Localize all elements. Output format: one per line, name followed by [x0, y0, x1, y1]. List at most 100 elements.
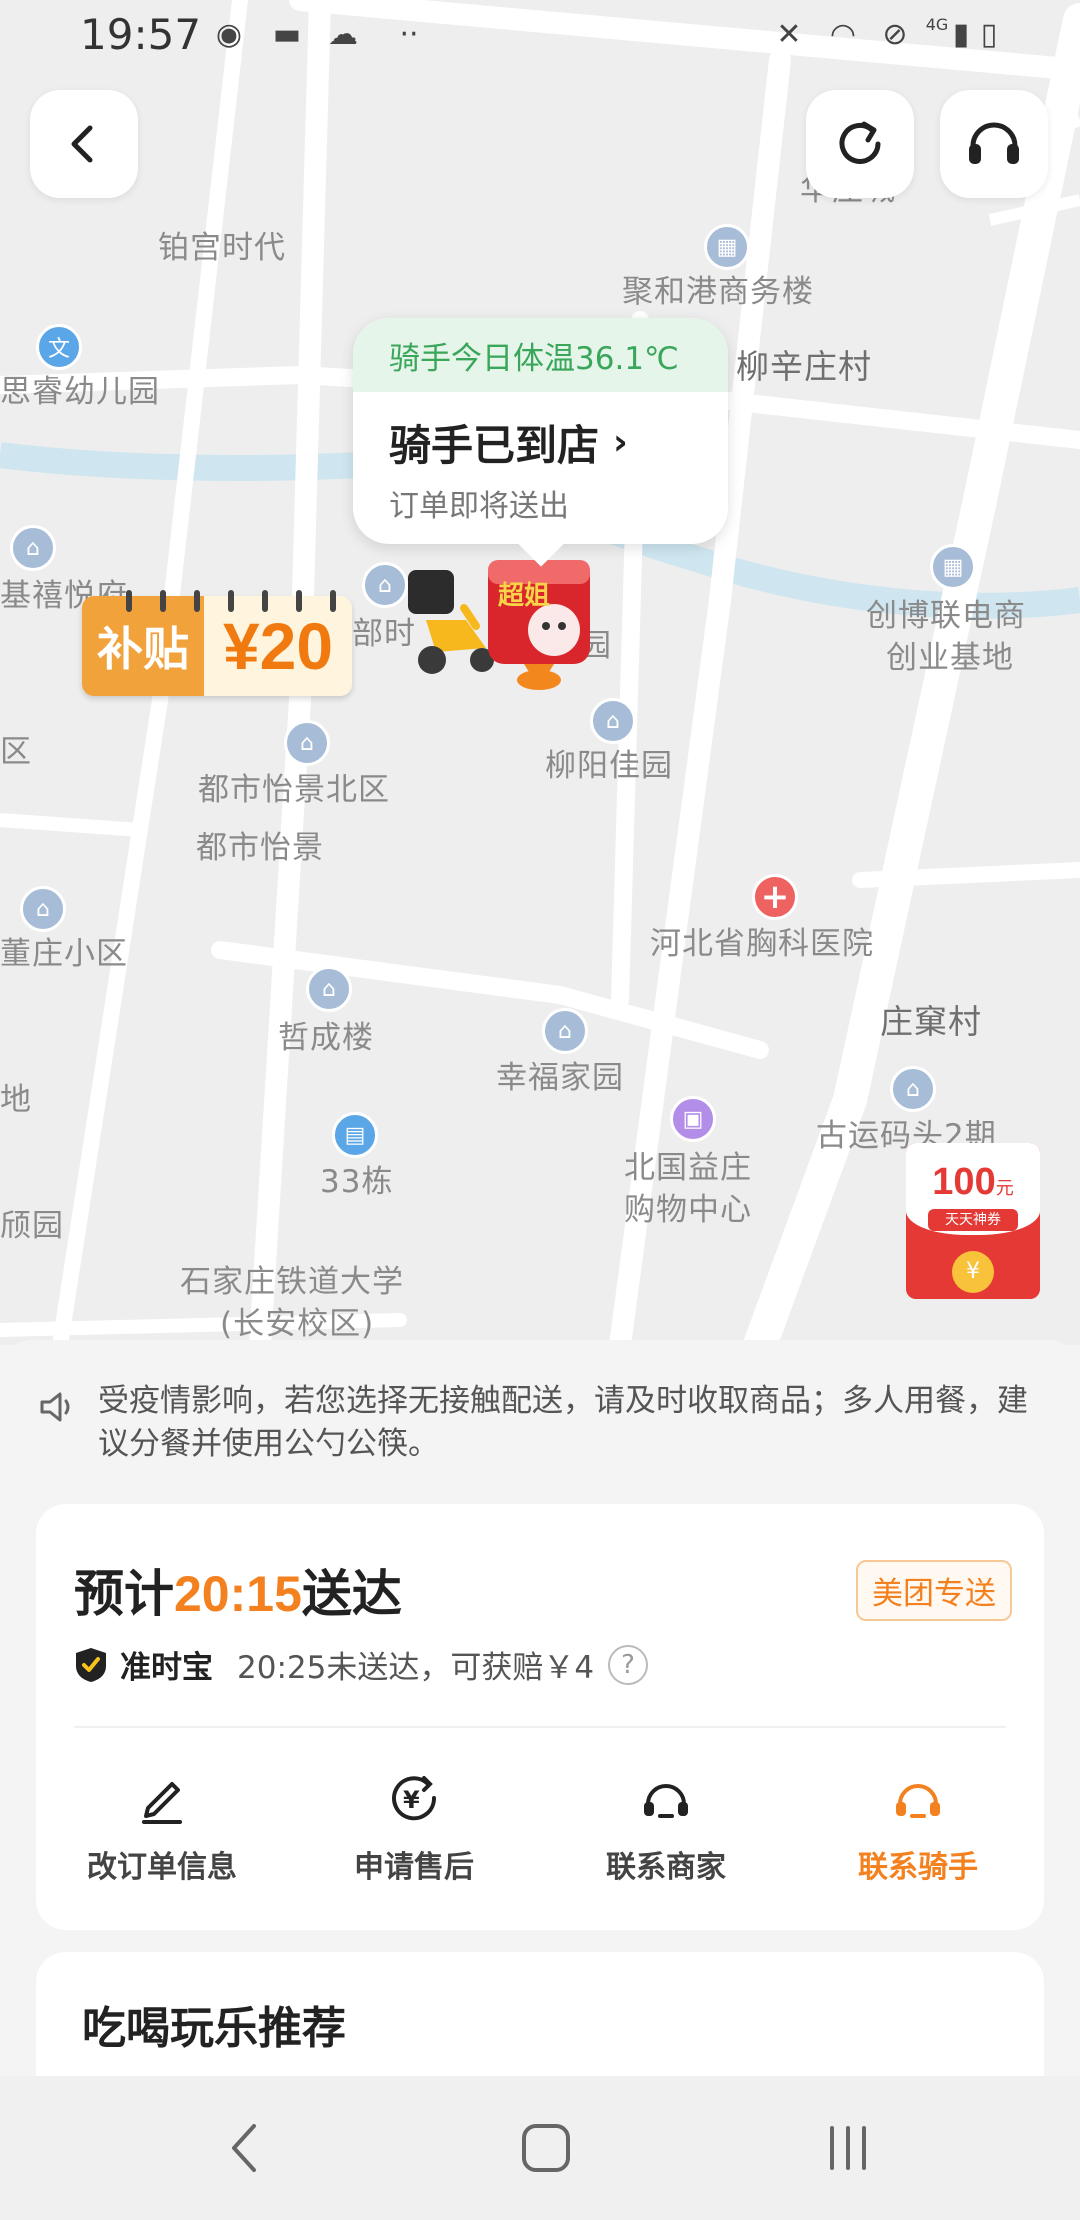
nav-back-button[interactable] — [204, 2116, 284, 2180]
delivery-type-badge: 美团专送 — [856, 1560, 1012, 1621]
poi-label: 柳阳佳园 — [545, 748, 673, 784]
spiral-decoration — [126, 590, 132, 612]
coin-icon: ¥ — [952, 1251, 994, 1293]
message-icon: ▬ — [272, 17, 302, 52]
rider-headset-icon — [896, 1784, 940, 1818]
eta-title: 预计20:15送达 — [74, 1554, 402, 1626]
subsidy-badge[interactable]: 补贴 ¥20 — [82, 596, 352, 696]
more-dots-icon: ·· — [399, 17, 419, 52]
contact-merchant-button[interactable]: 联系商家 — [540, 1750, 792, 1886]
spiral-decoration — [262, 590, 268, 612]
back-button[interactable] — [30, 90, 138, 198]
poi-label: 庄窠村 — [880, 1002, 982, 1041]
delivery-map[interactable]: 铂宫时代 ▦ 聚和港商务楼 柳辛庄村 文 思睿幼儿园 ⌂ 基禧悦府 ⌂ 部时 园… — [0, 0, 1080, 1345]
after-sale-button[interactable]: ¥ 申请售后 — [288, 1750, 540, 1886]
nav-back-icon — [232, 2124, 256, 2172]
rider-status-title: 骑手已到店 › — [353, 392, 728, 473]
svg-text:¥: ¥ — [403, 1786, 420, 1814]
building-pin-icon: ⌂ — [590, 698, 636, 744]
eta-prefix: 预计 — [74, 1565, 174, 1623]
spiral-decoration — [228, 590, 234, 612]
order-actions: 改订单信息 ¥ 申请售后 联系商家 联系骑手 — [36, 1750, 1044, 1886]
wifi-icon: ◠ — [829, 17, 857, 52]
red-packet-coupon[interactable]: 100元 天天神券 ¥ — [906, 1143, 1040, 1299]
spiral-decoration — [194, 590, 200, 612]
after-sale-icon: ¥ — [392, 1776, 437, 1821]
action-label: 联系商家 — [606, 1850, 726, 1885]
dnd-icon: ⊘ — [882, 17, 908, 52]
eta-card: 预计20:15送达 美团专送 准时宝 20:25未送达，可获赔￥4 ? 改订单信… — [36, 1504, 1044, 1930]
system-nav-bar — [0, 2076, 1080, 2220]
order-sheet: 受疫情影响，若您选择无接触配送，请及时收取商品；多人用餐，建议分餐并使用公勺公筷… — [0, 1340, 1080, 2112]
poi-label: 石家庄铁道大学 — [180, 1264, 404, 1300]
school-pin-icon: 文 — [36, 324, 82, 370]
rider-status-text: 骑手已到店 — [389, 421, 600, 470]
status-time: 19:57 — [80, 10, 202, 59]
ontime-name: 准时宝 — [120, 1650, 213, 1686]
building-pin-icon: ⌂ — [10, 525, 56, 571]
mute-icon: ✕ — [776, 17, 802, 52]
spiral-decoration — [296, 590, 302, 612]
subsidy-label: 补贴 — [82, 596, 204, 696]
poi-label: (长安校区) — [220, 1306, 375, 1342]
building-pin-icon: ▦ — [704, 224, 750, 270]
red-packet-amount: 100 — [932, 1161, 996, 1203]
refresh-button[interactable] — [806, 90, 914, 198]
poi-label: 购物中心 — [624, 1192, 752, 1228]
poi-label: 区 — [0, 734, 32, 770]
action-label: 改订单信息 — [87, 1850, 237, 1885]
merchant-headset-icon — [644, 1784, 688, 1818]
building-pin-icon: ⌂ — [306, 966, 352, 1012]
building-pin-icon: ⌂ — [890, 1066, 936, 1112]
poi-label: 董庄小区 — [0, 936, 128, 972]
ontime-desc: 20:25未送达，可获赔￥4 — [237, 1650, 595, 1686]
spiral-decoration — [330, 590, 336, 612]
hospital-pin-icon: + — [752, 874, 798, 920]
nav-recents-icon — [830, 2126, 866, 2170]
rider-status-bubble[interactable]: 骑手今日体温36.1℃ 骑手已到店 › 订单即将送出 — [353, 318, 728, 567]
red-packet-unit: 元 — [995, 1178, 1014, 1199]
poi-label: 聚和港商务楼 — [622, 274, 814, 310]
building-pin-icon: ⌂ — [284, 720, 330, 766]
rider-temperature: 骑手今日体温36.1℃ — [353, 318, 728, 392]
building-pin-icon: ⌂ — [542, 1008, 588, 1054]
poi-label: 33栋 — [320, 1164, 394, 1200]
poi-label: 都市怡景 — [196, 830, 324, 866]
poi-label: 幸福家园 — [496, 1060, 624, 1096]
ontime-guarantee-row[interactable]: 准时宝 20:25未送达，可获赔￥4 ? — [74, 1642, 649, 1687]
refresh-icon — [839, 121, 881, 164]
nav-home-button[interactable] — [506, 2116, 586, 2180]
wechat-icon: ☁ — [328, 17, 358, 52]
chevron-right-icon: › — [613, 422, 628, 463]
building-pin-icon: ▤ — [332, 1112, 378, 1158]
poi-label: 颀园 — [0, 1208, 64, 1244]
spiral-decoration — [160, 590, 166, 612]
sync-icon: ◉ — [215, 17, 243, 52]
eta-suffix: 送达 — [301, 1565, 402, 1623]
shop-marker-icon: 超姐 — [488, 560, 590, 690]
nav-recents-button[interactable] — [808, 2116, 888, 2180]
edit-order-button[interactable]: 改订单信息 — [36, 1750, 288, 1886]
poi-label: 地 — [0, 1082, 32, 1118]
shield-check-icon — [76, 1647, 106, 1682]
shopping-pin-icon: ▣ — [670, 1096, 716, 1142]
status-bar: 19:57 ◉ ▬ ☁ ·· ✕ ◠ ⊘ 4G ▮ ▯ — [0, 0, 1080, 70]
recommendation-title: 吃喝玩乐推荐 — [82, 2003, 346, 2054]
poi-label: 创业基地 — [886, 640, 1014, 676]
svg-text:超姐: 超姐 — [498, 581, 550, 611]
rider-scooter-icon — [408, 570, 494, 674]
customer-service-button[interactable] — [940, 90, 1048, 198]
edit-icon — [142, 1782, 182, 1824]
battery-icon: ▯ — [980, 17, 998, 52]
building-pin-icon: ⌂ — [20, 886, 66, 932]
contact-rider-button[interactable]: 联系骑手 — [792, 1750, 1044, 1886]
help-icon[interactable]: ? — [608, 1644, 649, 1685]
poi-label: 柳辛庄村 — [736, 347, 872, 386]
headset-icon — [969, 122, 1019, 164]
action-label: 申请售后 — [354, 1850, 474, 1885]
poi-label: 创博联电商 — [866, 598, 1026, 634]
divider — [74, 1726, 1006, 1728]
building-pin-icon: ⌂ — [362, 562, 408, 608]
poi-label: 铂宫时代 — [158, 230, 286, 266]
poi-label: 思睿幼儿园 — [0, 374, 160, 410]
